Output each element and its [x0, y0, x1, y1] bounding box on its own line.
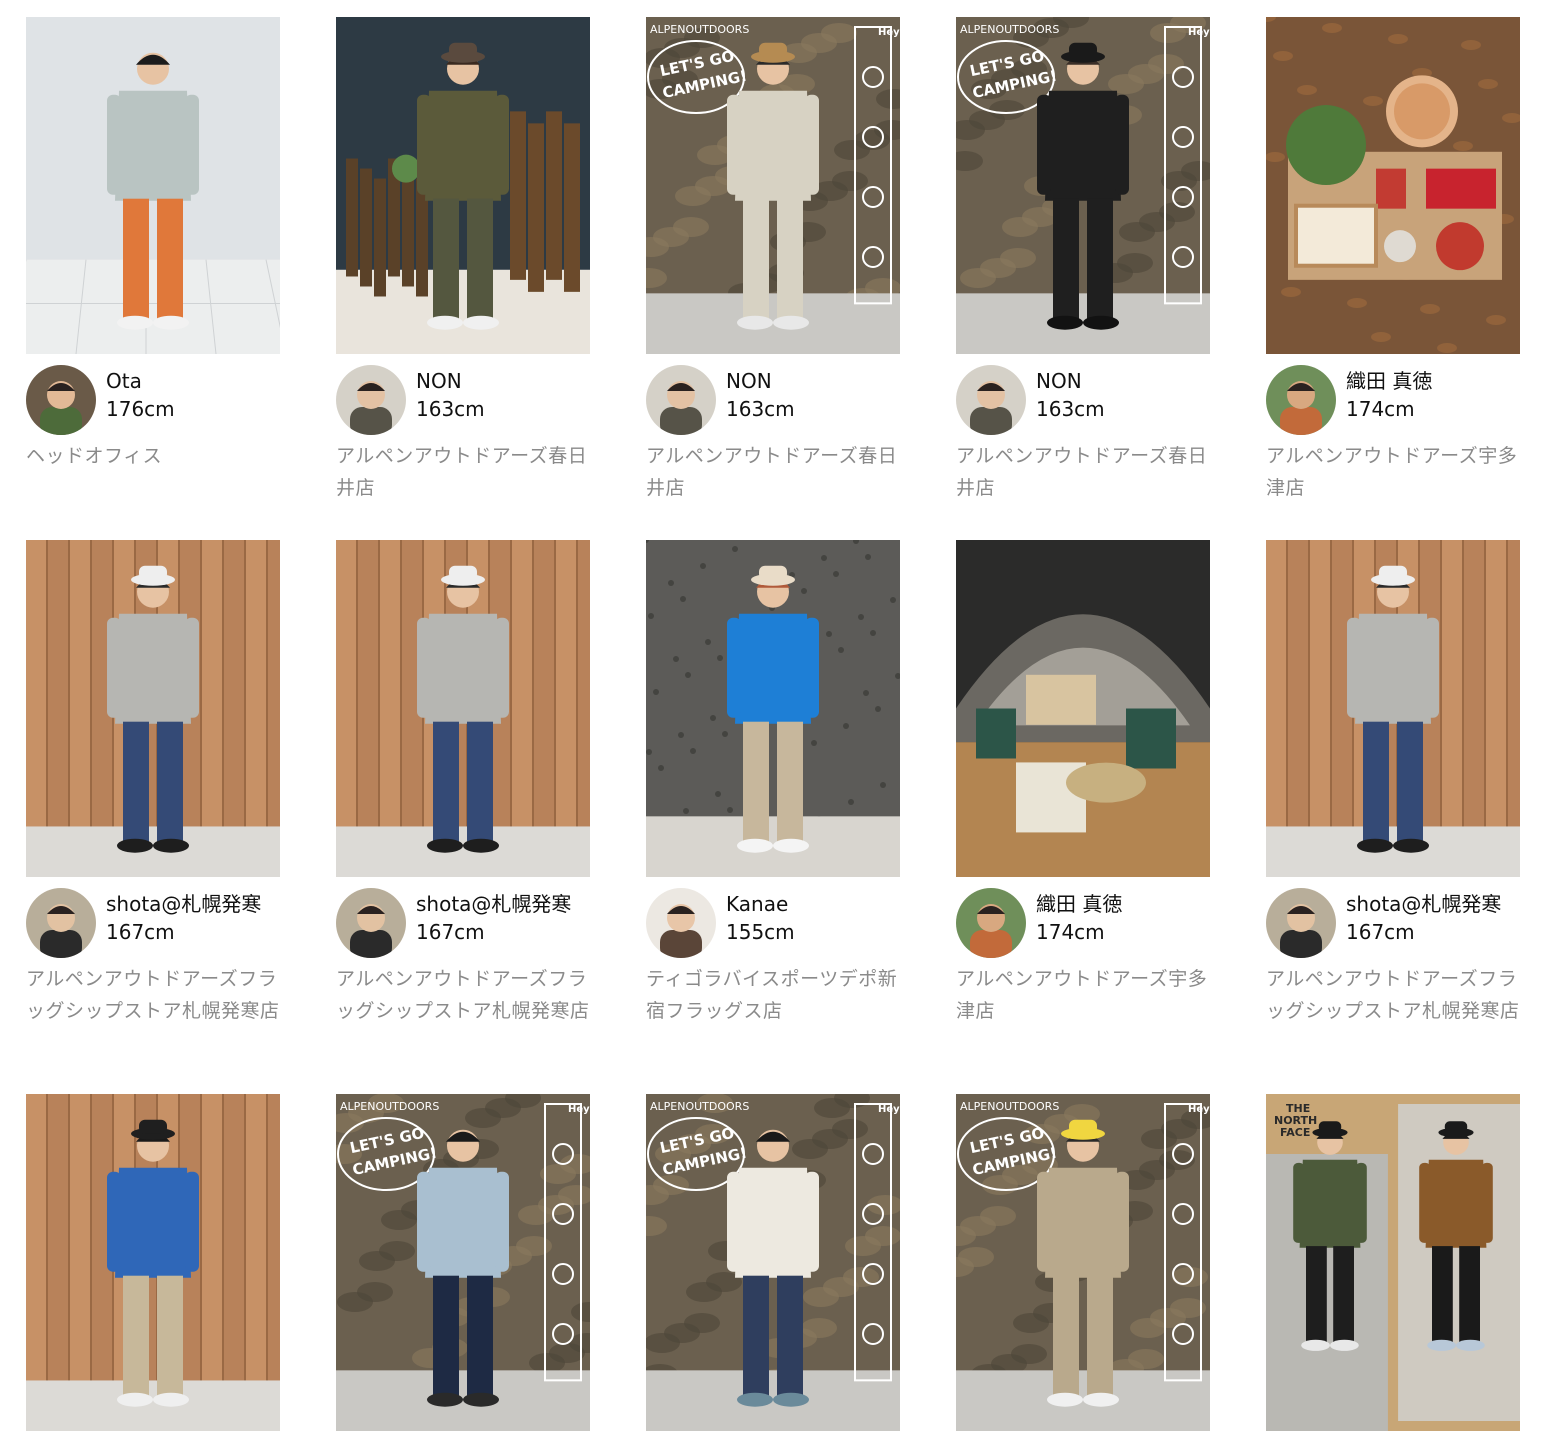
avatar[interactable] [336, 365, 406, 435]
avatar[interactable] [646, 888, 716, 958]
avatar[interactable] [26, 365, 96, 435]
outfit-photo[interactable] [646, 540, 900, 877]
staff-height: 163cm [1036, 397, 1105, 421]
outfit-photo[interactable]: THE NORTH FACE [1266, 1094, 1520, 1431]
staff-name[interactable]: shota@札幌発寒 [416, 892, 571, 916]
staff-profile-link[interactable]: shota@札幌発寒 167cm [336, 888, 590, 958]
coordinate-grid: Ota 176cm ヘッドオフィス NON 163cm アルペンアウトドアーズ春日井店 LE… [0, 0, 1542, 1440]
staff-height: 167cm [106, 920, 175, 944]
outfit-photo[interactable]: LET'S GOCAMPING!ALPENOUTDOORSHey! [956, 1094, 1210, 1431]
outfit-photo[interactable] [26, 17, 280, 354]
photo-image [646, 540, 900, 877]
photo-image [26, 1094, 280, 1431]
svg-text:Hey!: Hey! [1188, 27, 1210, 38]
store-name[interactable]: アルペンアウトドアーズ春日井店 [646, 440, 900, 504]
avatar[interactable] [956, 365, 1026, 435]
staff-name[interactable]: shota@札幌発寒 [1346, 892, 1501, 916]
photo-image [26, 17, 280, 354]
svg-text:Hey!: Hey! [878, 27, 900, 38]
staff-name[interactable]: Kanae [726, 892, 788, 916]
store-name[interactable]: ヘッドオフィス [26, 440, 280, 472]
staff-height: 163cm [726, 397, 795, 421]
store-name[interactable]: アルペンアウトドアーズ宇多津店 [956, 963, 1210, 1027]
outfit-photo[interactable] [26, 1094, 280, 1431]
staff-height: 176cm [106, 397, 175, 421]
staff-profile-link[interactable]: shota@札幌発寒 167cm [26, 888, 280, 958]
svg-text:ALPENOUTDOORS: ALPENOUTDOORS [960, 1100, 1059, 1113]
store-name[interactable]: ティゴラバイスポーツデポ新宿フラッグス店 [646, 963, 900, 1027]
svg-text:ALPENOUTDOORS: ALPENOUTDOORS [650, 1100, 749, 1113]
staff-profile-link[interactable]: 織田 真徳 174cm [956, 888, 1210, 958]
store-name[interactable]: アルペンアウトドアーズフラッグシップストア札幌発寒店 [336, 963, 590, 1027]
outfit-photo[interactable] [1266, 17, 1520, 354]
photo-image: LET'S GOCAMPING!ALPENOUTDOORSHey! [956, 1094, 1210, 1431]
outfit-photo[interactable]: LET'S GOCAMPING!ALPENOUTDOORSHey! [956, 17, 1210, 354]
store-name[interactable]: アルペンアウトドアーズフラッグシップストア札幌発寒店 [1266, 963, 1520, 1027]
svg-text:Hey!: Hey! [1188, 1104, 1210, 1115]
staff-height: 174cm [1036, 920, 1105, 944]
photo-image: LET'S GOCAMPING!ALPENOUTDOORSHey! [646, 1094, 900, 1431]
svg-text:ALPENOUTDOORS: ALPENOUTDOORS [650, 23, 749, 36]
svg-text:Hey!: Hey! [568, 1104, 590, 1115]
staff-profile-link[interactable]: Ota 176cm [26, 365, 280, 435]
photo-image [336, 540, 590, 877]
outfit-photo[interactable] [1266, 540, 1520, 877]
staff-profile-link[interactable]: NON 163cm [336, 365, 590, 435]
photo-image [26, 540, 280, 877]
avatar[interactable] [1266, 888, 1336, 958]
staff-name[interactable]: Ota [106, 369, 142, 393]
photo-image: LET'S GOCAMPING!ALPENOUTDOORSHey! [646, 17, 900, 354]
store-name[interactable]: アルペンアウトドアーズ春日井店 [956, 440, 1210, 504]
svg-text:ALPENOUTDOORS: ALPENOUTDOORS [340, 1100, 439, 1113]
outfit-photo[interactable]: LET'S GOCAMPING!ALPENOUTDOORSHey! [646, 17, 900, 354]
staff-profile-link[interactable]: NON 163cm [956, 365, 1210, 435]
photo-image [1266, 17, 1520, 354]
avatar[interactable] [1266, 365, 1336, 435]
staff-name[interactable]: NON [1036, 369, 1082, 393]
avatar[interactable] [646, 365, 716, 435]
staff-height: 163cm [416, 397, 485, 421]
outfit-photo[interactable] [336, 540, 590, 877]
outfit-photo[interactable]: LET'S GOCAMPING!ALPENOUTDOORSHey! [646, 1094, 900, 1431]
staff-height: 167cm [416, 920, 485, 944]
staff-name[interactable]: 織田 真徳 [1036, 892, 1122, 916]
staff-height: 174cm [1346, 397, 1415, 421]
photo-image [1266, 540, 1520, 877]
photo-image: LET'S GOCAMPING!ALPENOUTDOORSHey! [956, 17, 1210, 354]
staff-name[interactable]: NON [416, 369, 462, 393]
staff-height: 167cm [1346, 920, 1415, 944]
outfit-photo[interactable] [26, 540, 280, 877]
staff-profile-link[interactable]: shota@札幌発寒 167cm [1266, 888, 1520, 958]
outfit-photo[interactable] [336, 17, 590, 354]
staff-height: 155cm [726, 920, 795, 944]
staff-name[interactable]: 織田 真徳 [1346, 369, 1432, 393]
svg-text:ALPENOUTDOORS: ALPENOUTDOORS [960, 23, 1059, 36]
staff-name[interactable]: NON [726, 369, 772, 393]
avatar[interactable] [26, 888, 96, 958]
store-name[interactable]: アルペンアウトドアーズフラッグシップストア札幌発寒店 [26, 963, 280, 1027]
photo-image: LET'S GOCAMPING!ALPENOUTDOORSHey! [336, 1094, 590, 1431]
outfit-photo[interactable] [956, 540, 1210, 877]
avatar[interactable] [956, 888, 1026, 958]
photo-image [336, 17, 590, 354]
staff-profile-link[interactable]: Kanae 155cm [646, 888, 900, 958]
staff-profile-link[interactable]: NON 163cm [646, 365, 900, 435]
store-name[interactable]: アルペンアウトドアーズ宇多津店 [1266, 440, 1520, 504]
avatar[interactable] [336, 888, 406, 958]
store-name[interactable]: アルペンアウトドアーズ春日井店 [336, 440, 590, 504]
svg-text:FACE: FACE [1280, 1126, 1310, 1139]
staff-profile-link[interactable]: 織田 真徳 174cm [1266, 365, 1520, 435]
photo-image [956, 540, 1210, 877]
staff-name[interactable]: shota@札幌発寒 [106, 892, 261, 916]
outfit-photo[interactable]: LET'S GOCAMPING!ALPENOUTDOORSHey! [336, 1094, 590, 1431]
svg-text:Hey!: Hey! [878, 1104, 900, 1115]
photo-image: THENORTHFACE [1266, 1094, 1520, 1431]
